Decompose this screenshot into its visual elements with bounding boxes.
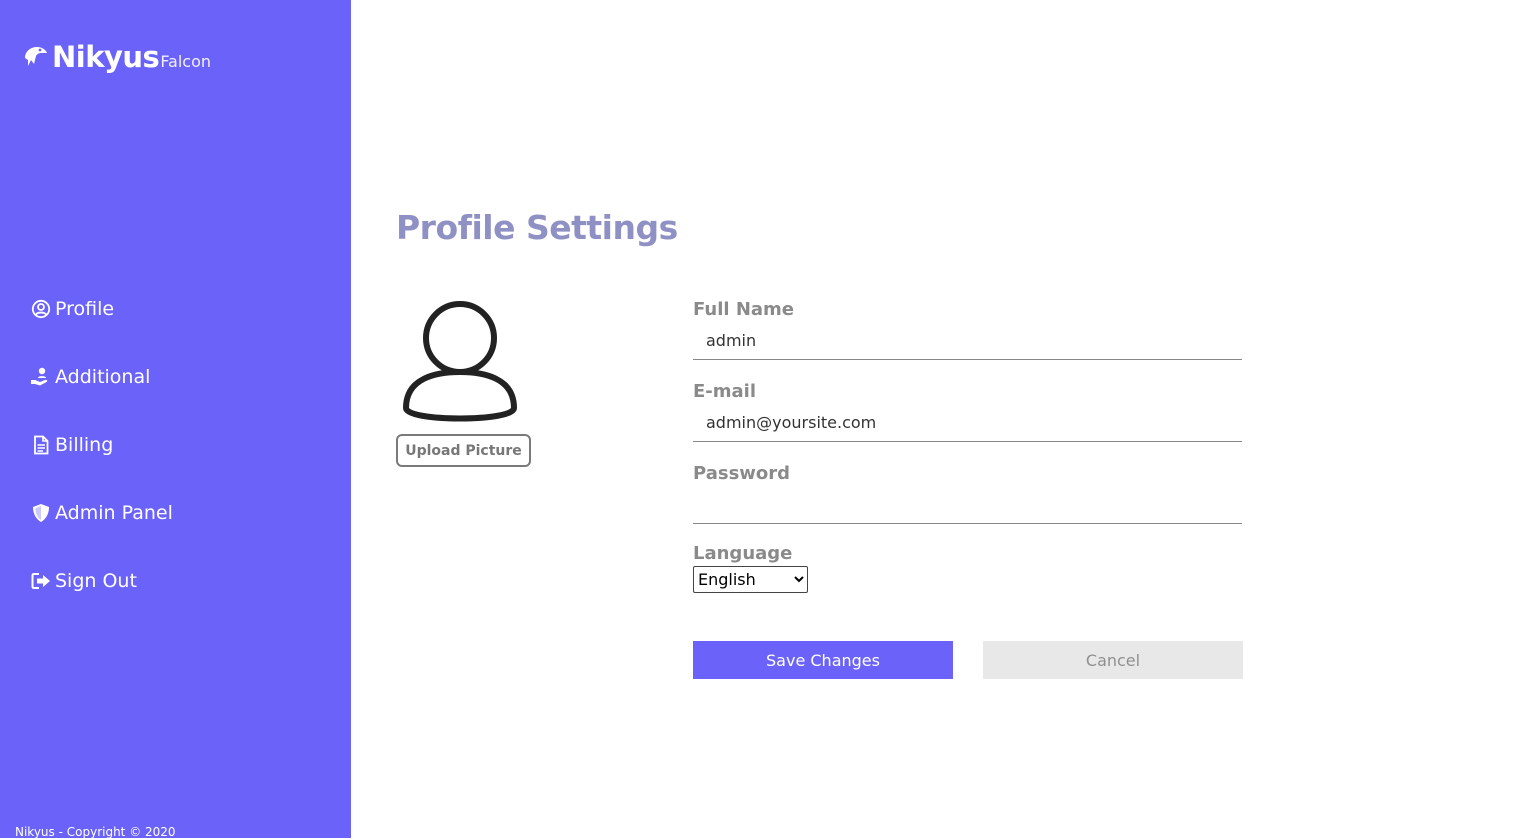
- language-label: Language: [693, 543, 793, 564]
- cancel-button[interactable]: Cancel: [983, 641, 1243, 679]
- sidebar-item-sign-out[interactable]: Sign Out: [30, 562, 173, 600]
- email-field-group: E-mail: [693, 380, 1243, 442]
- form-actions: Save Changes Cancel: [693, 641, 1243, 679]
- sidebar-nav: Profile Additional Billing Admin Panel S…: [30, 290, 173, 630]
- sidebar-item-profile[interactable]: Profile: [30, 290, 173, 328]
- profile-form: Full Name E-mail Password Language Engli…: [693, 298, 1243, 593]
- sidebar-item-label: Admin Panel: [55, 502, 173, 524]
- sidebar: Nikyus Falcon Profile Additional Billing…: [0, 0, 351, 839]
- falcon-icon: [22, 44, 48, 70]
- shield-icon: [30, 502, 52, 524]
- full-name-field-group: Full Name: [693, 298, 1243, 360]
- full-name-input[interactable]: [693, 322, 1242, 360]
- full-name-label: Full Name: [693, 299, 794, 320]
- sign-out-icon: [30, 570, 52, 592]
- sidebar-item-admin-panel[interactable]: Admin Panel: [30, 494, 173, 532]
- hand-holding-user-icon: [30, 366, 52, 388]
- brand-name: Nikyus: [52, 40, 160, 74]
- password-input[interactable]: [693, 486, 1242, 524]
- main-content: Profile Settings Upload Picture Full Nam…: [351, 0, 1514, 838]
- language-select[interactable]: English: [693, 566, 808, 593]
- sidebar-item-billing[interactable]: Billing: [30, 426, 173, 464]
- copyright-text: Nikyus - Copyright © 2020: [15, 825, 176, 839]
- save-changes-button[interactable]: Save Changes: [693, 641, 953, 679]
- page-title: Profile Settings: [396, 208, 678, 247]
- upload-picture-button[interactable]: Upload Picture: [396, 434, 531, 467]
- sidebar-item-label: Sign Out: [55, 570, 137, 592]
- brand-logo[interactable]: Nikyus Falcon: [22, 40, 211, 74]
- file-text-icon: [30, 434, 52, 456]
- sidebar-item-additional[interactable]: Additional: [30, 358, 173, 396]
- avatar-section: Upload Picture: [396, 298, 546, 467]
- sidebar-item-label: Billing: [55, 434, 114, 456]
- brand-subtitle: Falcon: [160, 52, 212, 71]
- password-label: Password: [693, 463, 791, 484]
- email-input[interactable]: [693, 404, 1242, 442]
- language-field-group: Language English: [693, 542, 1243, 593]
- email-label: E-mail: [693, 381, 757, 402]
- user-circle-icon: [30, 298, 52, 320]
- password-field-group: Password: [693, 462, 1243, 524]
- sidebar-item-label: Profile: [55, 298, 115, 320]
- sidebar-item-label: Additional: [55, 366, 151, 388]
- user-avatar-icon: [402, 301, 518, 422]
